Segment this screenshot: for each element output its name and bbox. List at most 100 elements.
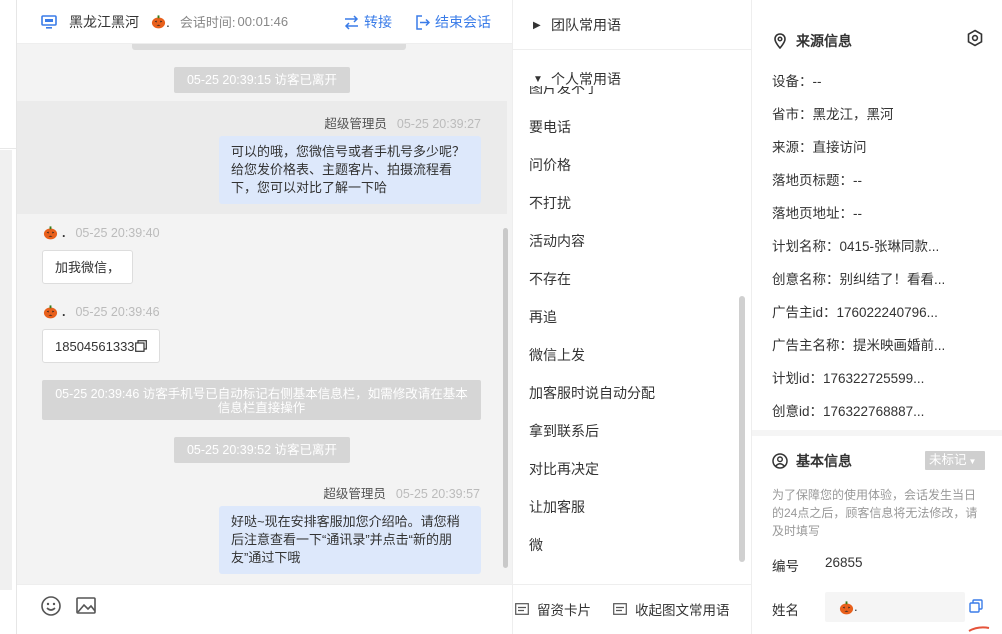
transfer-button[interactable]: 转接: [344, 12, 392, 32]
exit-icon: [416, 14, 430, 30]
lead-card-button[interactable]: 留资卡片: [515, 599, 591, 619]
agent-name: 超级管理员: [324, 117, 387, 131]
transfer-label: 转接: [364, 14, 392, 30]
agent-message-meta: 超级管理员 05-25 20:39:57: [323, 483, 480, 502]
source-row: 设备：--: [772, 74, 822, 89]
session-time-value: 00:01:46: [237, 14, 289, 29]
section-divider: [752, 430, 1002, 436]
id-value: 26855: [825, 555, 863, 570]
end-session-button[interactable]: 结束会话: [415, 12, 491, 32]
image-icon[interactable]: [75, 595, 97, 617]
phrase-item[interactable]: 让加客服: [529, 497, 585, 517]
visitor-bubble: 18504561333: [42, 329, 160, 363]
pumpkin-avatar-icon: [839, 601, 854, 615]
tag-label: 未标记: [929, 453, 967, 467]
emoji-icon[interactable]: [40, 595, 62, 617]
caret-down-icon: ▼: [533, 73, 543, 85]
system-message: 05-25 20:39:15 访客已离开: [174, 67, 350, 93]
copy-icon[interactable]: [969, 599, 983, 613]
card-icon: [515, 603, 529, 615]
phrase-item[interactable]: 对比再决定: [529, 459, 599, 479]
visitor-name: .: [62, 225, 66, 240]
caret-right-icon: ▶: [533, 19, 541, 31]
visitor-message-meta: . 05-25 20:39:46: [43, 304, 160, 319]
left-list-area: [0, 150, 12, 590]
left-strip: [0, 0, 16, 634]
location-pin-icon: [774, 33, 786, 49]
message-timestamp: 05-25 20:39:40: [75, 225, 160, 240]
message-timestamp: 05-25 20:39:57: [395, 487, 480, 501]
source-row: 计划id：176322725599...: [772, 371, 925, 386]
agent-name: 超级管理员: [323, 487, 386, 501]
message-timestamp: 05-25 20:39:27: [396, 117, 481, 131]
caret-down-icon: ▼: [968, 457, 977, 466]
tag-dropdown[interactable]: 未标记 ▼: [925, 451, 985, 470]
red-stroke-mark: [968, 626, 990, 632]
visitor-phone-text: 18504561333: [55, 339, 135, 354]
visitor-bubble: 加我微信，: [42, 250, 134, 284]
session-time-label: 会话时间:: [179, 15, 236, 30]
group-label: 团队常用语: [551, 17, 621, 33]
divider: [513, 49, 753, 50]
info-notice: 为了保障您的使用体验，会话发生当日的24点之后，顾客信息将无法修改，请及时填写: [772, 488, 978, 538]
message-timestamp: 05-25 20:39:46: [75, 304, 160, 319]
system-message: 05-25 20:39:46 访客手机号已自动标记右侧基本信息栏，如需修改请在基…: [42, 380, 481, 420]
phrase-item[interactable]: 不存在: [529, 269, 571, 289]
visitor-name: .: [166, 13, 170, 30]
agent-message-block: 超级管理员 05-25 20:39:27 可以的哦，您微信号或者手机号多少呢？给您…: [17, 101, 507, 214]
settings-icon[interactable]: [966, 29, 984, 47]
phrase-item[interactable]: 要电话: [529, 117, 571, 137]
id-label: 编号: [772, 559, 799, 574]
chat-input-toolbar: [17, 584, 513, 634]
team-phrases-group[interactable]: ▶ 团队常用语: [533, 15, 621, 35]
monitor-icon: [41, 14, 57, 29]
source-info-title: 来源信息: [772, 31, 852, 51]
transfer-icon: [344, 14, 359, 30]
pumpkin-avatar-icon: [43, 305, 58, 319]
card-icon: [613, 603, 627, 615]
end-session-label: 结束会话: [435, 14, 491, 30]
basic-info-title: 基本信息: [772, 451, 852, 471]
agent-message-meta: 超级管理员 05-25 20:39:27: [324, 113, 481, 132]
phrases-toolbar: 留资卡片 收起图文常用语: [513, 584, 753, 634]
phrase-item[interactable]: 微: [529, 535, 543, 555]
phrase-item[interactable]: 微信上发: [529, 345, 585, 365]
source-row: 来源：直接访问: [772, 140, 867, 155]
pumpkin-avatar-icon: [43, 226, 58, 240]
visitor-info-panel: 来源信息 设备：-- 省市：黑龙江，黑河 来源：直接访问 落地页标题：-- 落地…: [752, 0, 1002, 634]
section-label: 来源信息: [796, 33, 852, 49]
phrase-item[interactable]: 加客服时说自动分配: [529, 383, 655, 403]
pumpkin-avatar-icon: [151, 15, 166, 29]
phrase-label: 图片发不了: [529, 86, 599, 94]
chat-panel: 黑龙江黑河 . 会话时间: 00:01:46 转接 结束会话 05-25 20:…: [16, 0, 513, 634]
copy-icon[interactable]: [134, 340, 147, 352]
previous-message-edge: [132, 44, 406, 50]
phrases-scrollbar[interactable]: [739, 296, 745, 562]
collapse-phrases-label: 收起图文常用语: [635, 603, 730, 618]
agent-bubble: 可以的哦，您微信号或者手机号多少呢？给您发价格表、主题客片、拍摄流程看下，您可以…: [219, 136, 481, 204]
source-row: 广告主id：176022240796...: [772, 305, 938, 320]
chat-scrollbar[interactable]: [503, 228, 508, 568]
phrase-item[interactable]: 再追: [529, 307, 557, 327]
name-field[interactable]: .: [825, 592, 965, 622]
source-row: 广告主名称：提米映画婚前...: [772, 338, 946, 353]
source-row: 创意id：176322768887...: [772, 404, 925, 419]
quick-phrases-panel: ▶ 团队常用语 ▼ 个人常用语 图片发不了 要电话 问价格 不打扰 活动内容 不…: [512, 0, 753, 634]
phrase-item[interactable]: 活动内容: [529, 231, 585, 251]
collapse-phrases-button[interactable]: 收起图文常用语: [613, 599, 730, 619]
name-value: .: [854, 599, 858, 614]
user-circle-icon: [772, 453, 788, 469]
agent-bubble: 好哒~现在安排客服加您介绍哈。请您稍后注意查看一下“通讯录”并点击“新的朋友”通…: [219, 506, 481, 574]
phrase-item[interactable]: 拿到联系后: [529, 421, 599, 441]
phrase-item[interactable]: 问价格: [529, 155, 571, 175]
name-label: 姓名: [772, 603, 799, 618]
source-row: 落地页标题：--: [772, 173, 862, 188]
lead-card-label: 留资卡片: [537, 603, 591, 618]
visitor-region: 黑龙江黑河: [69, 13, 139, 30]
phrase-item[interactable]: 不打扰: [529, 193, 571, 213]
source-row: 落地页地址：--: [772, 206, 862, 221]
chat-header: 黑龙江黑河 . 会话时间: 00:01:46 转接 结束会话: [17, 0, 513, 44]
chat-console: 黑龙江黑河 . 会话时间: 00:01:46 转接 结束会话 05-25 20:…: [0, 0, 1002, 634]
phrase-item-clipped[interactable]: 图片发不了: [529, 86, 609, 94]
visitor-name: .: [62, 304, 66, 319]
